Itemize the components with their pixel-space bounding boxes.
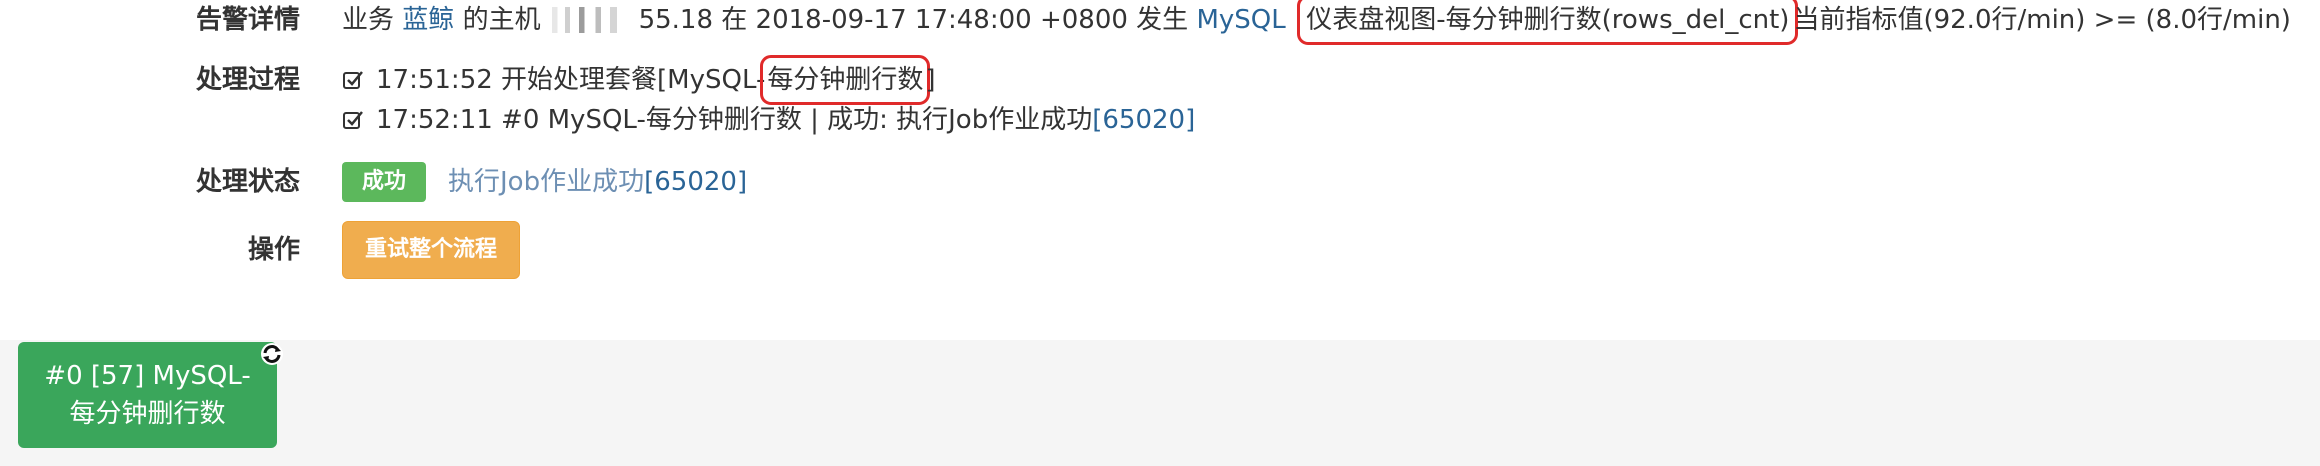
step2-job-link[interactable]: [65020] bbox=[1092, 100, 1195, 140]
db-link[interactable]: MySQL bbox=[1196, 0, 1285, 40]
alarm-content: 业务 蓝鲸 的主机 55.18 在 2018-09-17 17:48:00 +0… bbox=[342, 0, 2291, 45]
biz-link[interactable]: 蓝鲸 bbox=[402, 0, 454, 40]
alarm-prefix: 业务 bbox=[342, 5, 395, 35]
flow-node[interactable]: #0 [57] MySQL- 每分钟删行数 bbox=[18, 342, 277, 448]
alarm-suffix: 当前指标值(92.0行/min) >= (8.0行/min) bbox=[1793, 5, 2291, 35]
retry-flow-button[interactable]: 重试整个流程 bbox=[342, 221, 521, 279]
process-step-2-row: 17:52:11 #0 MySQL-每分钟删行数 | 成功: 执行Job作业成功… bbox=[0, 100, 2320, 140]
step1-highlight: 每分钟删行数 bbox=[760, 55, 931, 105]
step1-close: ] bbox=[925, 65, 936, 95]
action-row: 操作 重试整个流程 bbox=[0, 220, 2320, 280]
action-label: 操作 bbox=[247, 235, 300, 265]
status-label: 处理状态 bbox=[195, 167, 300, 197]
step2-text: 17:52:11 #0 MySQL-每分钟删行数 | 成功: 执行Job作业成功 bbox=[376, 105, 1093, 135]
check-icon bbox=[343, 71, 363, 89]
process-step-2: 17:52:11 #0 MySQL-每分钟删行数 | 成功: 执行Job作业成功… bbox=[342, 100, 1195, 140]
status-content: 成功 执行Job作业成功 [65020] bbox=[342, 162, 747, 202]
process-label: 处理过程 bbox=[195, 65, 300, 95]
refresh-icon[interactable] bbox=[260, 342, 284, 366]
status-link[interactable]: 执行Job作业成功 bbox=[448, 162, 644, 202]
status-row: 处理状态 成功 执行Job作业成功 [65020] bbox=[0, 160, 2320, 204]
check-icon bbox=[343, 111, 363, 129]
process-row: 处理过程 17:51:52 开始处理套餐[MySQL- 每分钟删行数 ] bbox=[0, 55, 2320, 105]
flow-node-line1: #0 [57] MySQL- bbox=[44, 361, 251, 391]
action-content: 重试整个流程 bbox=[342, 221, 521, 279]
status-job-id[interactable]: [65020] bbox=[644, 162, 747, 202]
process-step-1: 17:51:52 开始处理套餐[MySQL- 每分钟删行数 ] bbox=[342, 55, 936, 105]
metric-highlight: 仪表盘视图-每分钟删行数(rows_del_cnt) bbox=[1297, 0, 1799, 45]
status-badge: 成功 bbox=[342, 162, 427, 202]
step1-text: 17:51:52 开始处理套餐[MySQL- bbox=[376, 65, 766, 95]
alarm-label: 告警详情 bbox=[195, 5, 300, 35]
alarm-row: 告警详情 业务 蓝鲸 的主机 55.18 在 2018-09-17 17:48:… bbox=[0, 0, 2320, 45]
flow-canvas bbox=[0, 340, 2320, 466]
host-text: 的主机 bbox=[462, 5, 541, 35]
redacted-ip bbox=[544, 7, 635, 33]
ip-tail: 55.18 bbox=[638, 5, 714, 35]
alarm-time: 在 2018-09-17 17:48:00 +0800 发生 bbox=[721, 5, 1189, 35]
flow-node-line2: 每分钟删行数 bbox=[69, 399, 226, 429]
